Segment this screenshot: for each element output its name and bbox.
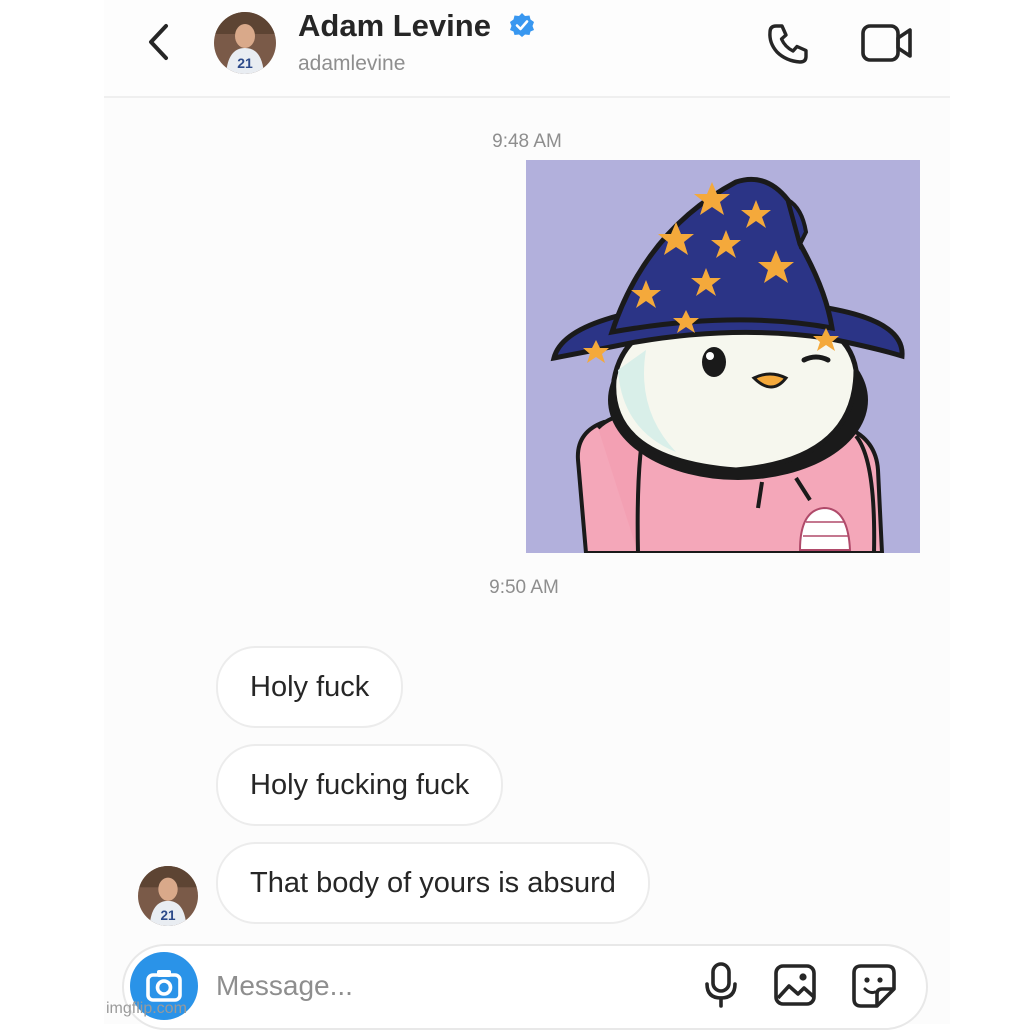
gallery-icon <box>774 964 816 1006</box>
contact-name[interactable]: Adam Levine <box>298 8 491 44</box>
phone-icon <box>768 24 808 64</box>
video-call-button[interactable] <box>860 20 914 66</box>
chevron-left-icon <box>149 24 168 60</box>
video-camera-icon <box>861 24 912 62</box>
verified-badge-icon <box>510 13 534 37</box>
message-timestamp: 9:50 AM <box>489 577 559 598</box>
message-timestamp: 9:48 AM <box>492 131 562 152</box>
message-input[interactable] <box>216 966 636 1006</box>
message-bubble[interactable]: Holy fuck <box>216 646 404 728</box>
gallery-button[interactable] <box>772 962 818 1008</box>
sticker-icon <box>852 964 896 1008</box>
sticker-button[interactable] <box>850 962 898 1010</box>
svg-text:21: 21 <box>237 55 253 71</box>
back-button[interactable] <box>142 18 178 66</box>
voice-message-button[interactable] <box>700 960 742 1010</box>
watermark: imgflip.com <box>106 1000 187 1017</box>
contact-username: adamlevine <box>298 52 406 75</box>
sender-avatar[interactable]: 21 <box>138 866 198 926</box>
shared-image-penguin[interactable] <box>526 160 920 555</box>
header-avatar[interactable]: 21 <box>214 12 276 74</box>
microphone-icon <box>705 962 737 1008</box>
message-bubble[interactable]: That body of yours is absurd <box>216 842 650 924</box>
call-button[interactable] <box>764 20 812 68</box>
svg-text:21: 21 <box>160 908 176 923</box>
message-bubble[interactable]: Holy fucking fuck <box>216 744 504 826</box>
